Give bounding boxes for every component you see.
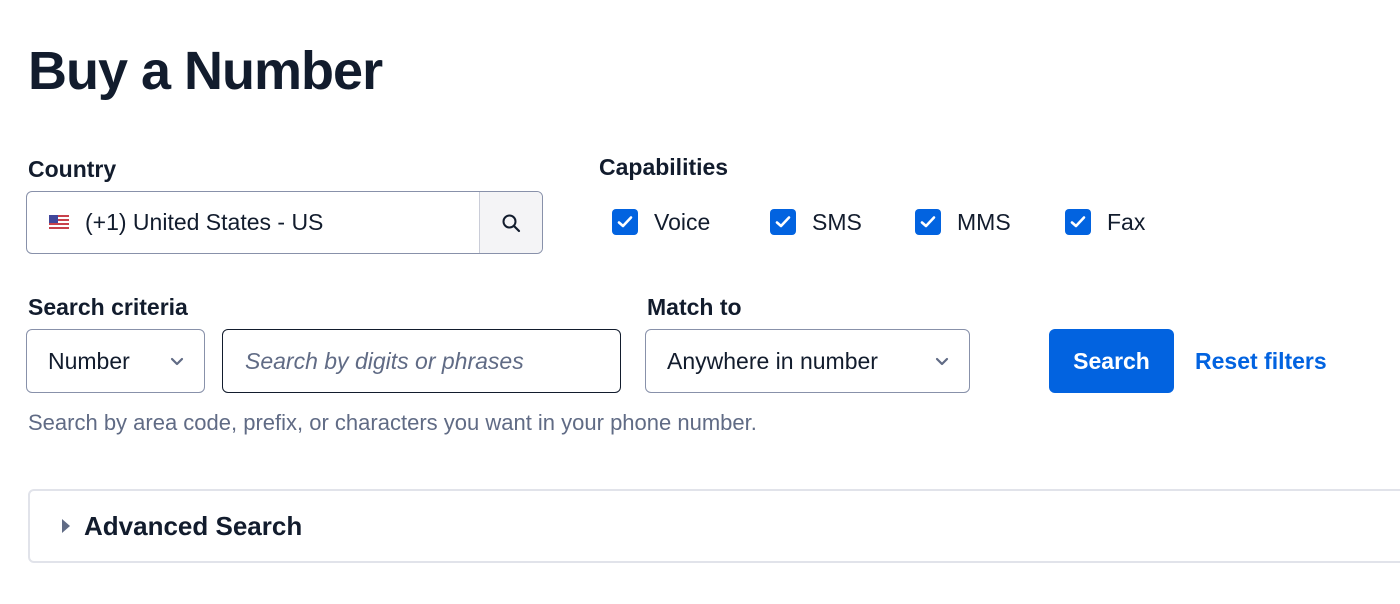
match-to-value: Anywhere in number xyxy=(667,347,878,374)
chevron-down-icon xyxy=(170,357,184,365)
search-type-value: Number xyxy=(48,347,130,374)
mms-label: MMS xyxy=(957,208,1011,235)
advanced-search-disclosure[interactable]: Advanced Search xyxy=(28,489,1400,563)
fax-checkbox[interactable] xyxy=(1065,209,1091,235)
voice-checkbox[interactable] xyxy=(612,209,638,235)
capability-sms[interactable]: SMS xyxy=(770,207,862,237)
capabilities-label: Capabilities xyxy=(599,154,729,180)
advanced-search-label: Advanced Search xyxy=(84,510,303,541)
capability-voice[interactable]: Voice xyxy=(612,207,710,237)
sms-label: SMS xyxy=(812,208,862,235)
search-digits-input[interactable] xyxy=(222,329,621,393)
caret-right-icon xyxy=(62,519,70,533)
voice-label: Voice xyxy=(654,208,711,235)
checkmark-icon xyxy=(617,216,633,228)
match-to-select[interactable]: Anywhere in number xyxy=(645,329,970,393)
capability-fax[interactable]: Fax xyxy=(1065,207,1145,237)
country-picker[interactable]: (+1) United States - US xyxy=(26,191,543,254)
checkmark-icon xyxy=(775,216,791,228)
reset-filters-link[interactable]: Reset filters xyxy=(1195,347,1327,375)
chevron-down-icon xyxy=(935,357,949,365)
search-icon xyxy=(502,214,521,232)
mms-checkbox[interactable] xyxy=(915,209,941,235)
search-type-select[interactable]: Number xyxy=(26,329,205,393)
page-title: Buy a Number xyxy=(28,41,383,101)
search-criteria-label: Search criteria xyxy=(28,294,188,320)
search-button[interactable]: Search xyxy=(1049,329,1174,393)
us-flag-icon xyxy=(49,215,69,229)
search-help-text: Search by area code, prefix, or characte… xyxy=(28,410,757,435)
country-label: Country xyxy=(28,156,117,182)
country-search-button[interactable] xyxy=(479,192,542,253)
checkmark-icon xyxy=(920,216,936,228)
match-to-label: Match to xyxy=(647,294,742,320)
sms-checkbox[interactable] xyxy=(770,209,796,235)
country-value: (+1) United States - US xyxy=(85,209,324,235)
capability-mms[interactable]: MMS xyxy=(915,207,1011,237)
checkmark-icon xyxy=(1070,216,1086,228)
fax-label: Fax xyxy=(1107,208,1146,235)
